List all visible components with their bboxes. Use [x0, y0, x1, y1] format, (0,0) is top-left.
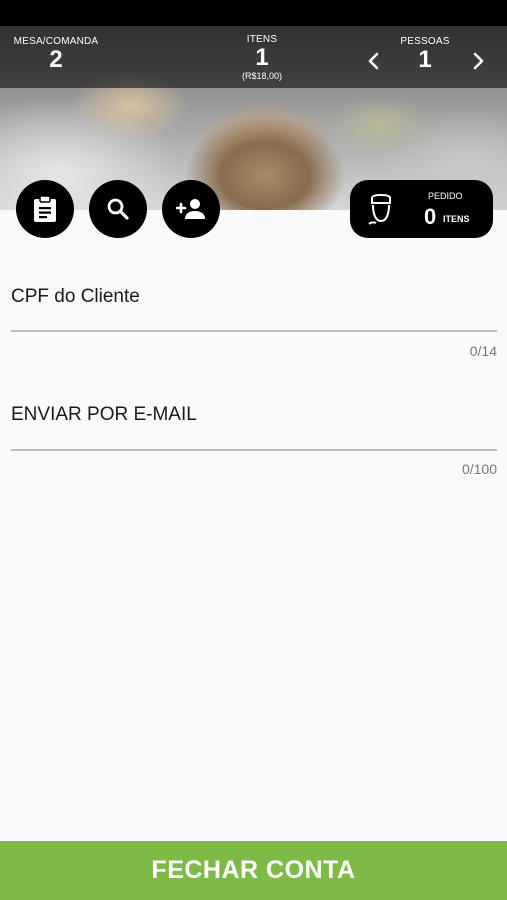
pessoas-info: PESSOAS 1 [395, 36, 455, 73]
fechar-conta-button[interactable]: FECHAR CONTA [0, 841, 507, 900]
person-add-icon [176, 199, 205, 219]
itens-info: ITENS 1 (R$18,00) [212, 34, 312, 81]
pedido-unit: ITENS [443, 214, 470, 224]
email-field[interactable]: ENVIAR POR E-MAIL 0/100 [11, 404, 497, 484]
mesa-comanda-info: MESA/COMANDA 2 [8, 36, 104, 73]
itens-total: (R$18,00) [241, 71, 283, 81]
status-bar [0, 0, 507, 26]
pedido-label: PEDIDO [428, 191, 463, 201]
cpf-char-counter: 0/14 [469, 343, 497, 359]
cpf-field-label: CPF do Cliente [11, 286, 140, 307]
search-icon [107, 198, 129, 220]
email-field-underline [11, 449, 497, 451]
add-person-button[interactable] [162, 180, 220, 238]
waiter-icon [368, 193, 391, 225]
email-field-label: ENVIAR POR E-MAIL [11, 404, 197, 425]
pedido-count: 0 [424, 204, 437, 229]
pessoas-value: 1 [418, 46, 432, 73]
email-char-counter: 0/100 [461, 461, 497, 477]
mesa-value: 2 [49, 46, 63, 73]
itens-value: 1 [255, 44, 269, 71]
cpf-field[interactable]: CPF do Cliente 0/14 [11, 286, 497, 366]
clipboard-icon [34, 195, 56, 222]
pedido-button[interactable]: PEDIDO 0 ITENS [350, 180, 493, 238]
search-button[interactable] [89, 180, 147, 238]
chevron-right-icon[interactable] [468, 51, 488, 71]
chevron-left-icon[interactable] [364, 51, 384, 71]
order-list-button[interactable] [16, 180, 74, 238]
cpf-field-underline [11, 330, 497, 332]
